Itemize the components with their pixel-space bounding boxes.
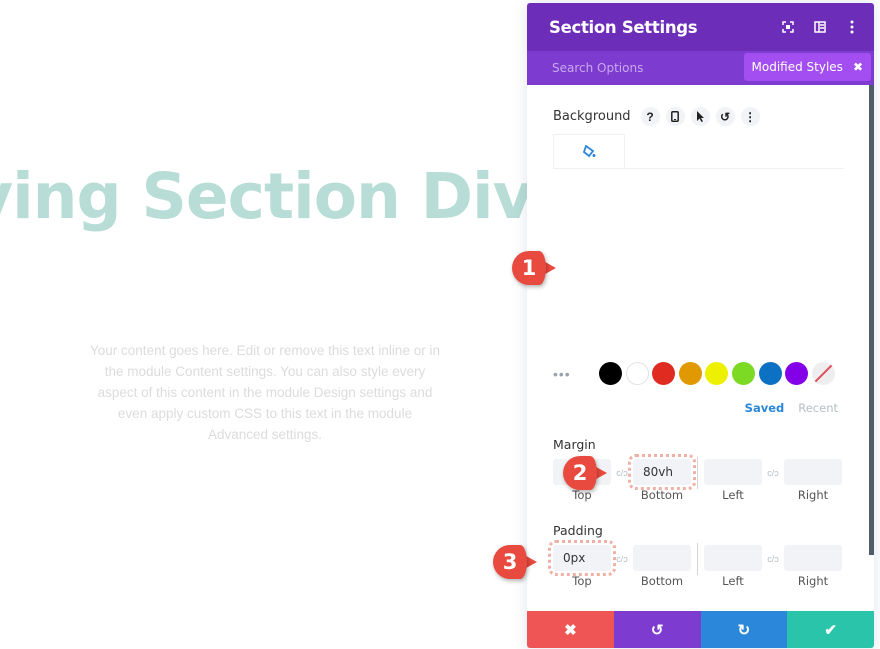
- swatch-green[interactable]: [731, 362, 755, 385]
- padding-top-caption: Top: [572, 574, 592, 588]
- split-view-icon[interactable]: [804, 11, 836, 43]
- swatch-none[interactable]: [811, 362, 835, 385]
- section-settings-panel: Section Settings Search Options Modified…: [527, 3, 874, 648]
- hover-pointer-icon[interactable]: [690, 107, 710, 126]
- link-icon[interactable]: c/ↄ: [611, 468, 633, 478]
- redo-button[interactable]: ↻: [700, 611, 788, 648]
- padding-left-caption: Left: [722, 574, 744, 588]
- background-label: Background: [553, 109, 631, 124]
- padding-right-input[interactable]: [784, 545, 842, 571]
- color-swatches: •••: [553, 362, 838, 385]
- marker-number: 3: [493, 545, 527, 579]
- link-icon[interactable]: c/ↄ: [762, 468, 784, 478]
- help-icon[interactable]: ?: [640, 107, 660, 126]
- background-label-row: Background ? ↺ ⋮: [553, 107, 760, 126]
- more-colors-button[interactable]: •••: [553, 366, 599, 382]
- marker-number: 2: [563, 456, 597, 490]
- padding-label: Padding: [553, 523, 603, 538]
- padding-right-caption: Right: [797, 574, 829, 588]
- panel-body: Background ? ↺ ⋮ ••• Saved Recent Margin…: [527, 85, 874, 607]
- close-icon[interactable]: ✖: [853, 60, 863, 74]
- margin-label: Margin: [553, 437, 596, 452]
- margin-top-caption: Top: [572, 488, 592, 502]
- margin-left-input[interactable]: [704, 459, 762, 485]
- callout-marker-3: 3: [493, 545, 537, 579]
- cancel-button[interactable]: ✖: [527, 611, 614, 648]
- margin-left-caption: Left: [722, 488, 744, 502]
- expand-icon[interactable]: [772, 11, 804, 43]
- callout-marker-2: 2: [563, 456, 607, 490]
- panel-subheader: Search Options Modified Styles ✖: [527, 51, 874, 85]
- tab-divider: [553, 168, 844, 169]
- margin-right-caption: Right: [797, 488, 829, 502]
- padding-row: Top c/ↄ Bottom Left c/ↄ Right: [548, 540, 842, 588]
- reset-icon[interactable]: ↺: [715, 107, 735, 126]
- more-vertical-icon[interactable]: [836, 11, 868, 43]
- swatch-red[interactable]: [652, 362, 676, 385]
- swatch-tabs: Saved Recent: [745, 401, 838, 415]
- background-color-tab[interactable]: [553, 134, 625, 168]
- recent-tab[interactable]: Recent: [798, 401, 838, 415]
- divider: [697, 456, 698, 489]
- padding-bottom-input[interactable]: [633, 545, 691, 571]
- padding-top-input[interactable]: [548, 540, 616, 576]
- margin-bottom-input[interactable]: [628, 454, 696, 490]
- save-button[interactable]: ✔: [787, 611, 874, 648]
- margin-right-input[interactable]: [784, 459, 842, 485]
- padding-left-input[interactable]: [704, 545, 762, 571]
- undo-button[interactable]: ↺: [613, 611, 701, 648]
- saved-tab[interactable]: Saved: [745, 401, 785, 415]
- swatch-blue[interactable]: [758, 362, 782, 385]
- swatch-orange[interactable]: [678, 362, 702, 385]
- paint-bucket-icon: [582, 145, 595, 158]
- modified-styles-filter[interactable]: Modified Styles ✖: [743, 53, 871, 81]
- swatch-white[interactable]: [625, 362, 649, 385]
- swatch-yellow[interactable]: [705, 362, 729, 385]
- padding-bottom-caption: Bottom: [640, 574, 684, 588]
- more-options-icon[interactable]: ⋮: [740, 107, 760, 126]
- hero-title: ving Section Divic: [0, 160, 591, 233]
- swatch-black[interactable]: [599, 362, 622, 385]
- divider: [697, 542, 698, 575]
- panel-header: Section Settings: [527, 3, 874, 51]
- link-icon[interactable]: c/ↄ: [762, 554, 784, 564]
- modified-styles-label: Modified Styles: [751, 60, 843, 74]
- swatch-purple[interactable]: [785, 362, 809, 385]
- callout-marker-1: 1: [512, 251, 556, 285]
- marker-number: 1: [512, 251, 546, 285]
- body-text: Your content goes here. Edit or remove t…: [90, 343, 440, 442]
- mobile-icon[interactable]: [665, 107, 685, 126]
- scrollbar[interactable]: [869, 85, 874, 555]
- link-icon[interactable]: c/ↄ: [611, 554, 633, 564]
- panel-title: Section Settings: [549, 17, 698, 37]
- panel-footer: ✖ ↺ ↻ ✔: [527, 611, 874, 648]
- margin-bottom-caption: Bottom: [640, 488, 684, 502]
